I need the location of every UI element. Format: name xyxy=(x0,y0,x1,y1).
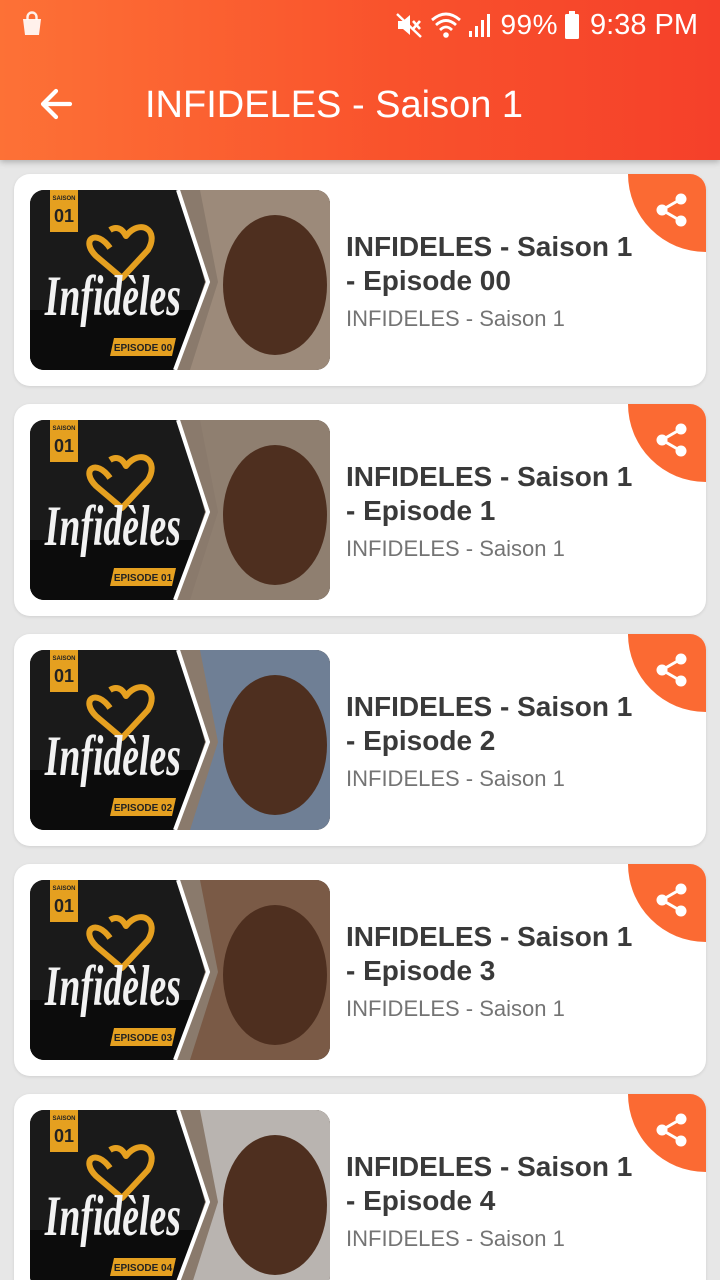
app-bar: 99% 9:38 PM INFIDELES - Saison 1 xyxy=(0,0,720,160)
thumbnail-season-label: SAISON xyxy=(52,886,75,892)
thumbnail-episode-label: EPISODE 03 xyxy=(114,1033,173,1044)
episode-thumbnail: SAISON 01 Infidèles EPISODE 01 xyxy=(30,420,330,600)
wifi-icon xyxy=(430,10,462,40)
thumbnail-logo-text: Infidèles xyxy=(44,1184,181,1248)
back-button[interactable] xyxy=(32,80,80,128)
thumbnail-episode-label: EPISODE 04 xyxy=(114,1263,173,1274)
episode-subtitle: INFIDELES - Saison 1 xyxy=(346,766,565,791)
share-icon xyxy=(656,423,687,457)
thumbnail-logo-text: Infidèles xyxy=(44,724,181,788)
episode-card[interactable]: SAISON 01 Infidèles EPISODE 02 INFIDELES… xyxy=(14,634,706,846)
episode-subtitle: INFIDELES - Saison 1 xyxy=(346,306,565,331)
episode-title: INFIDELES - Saison 1 - Episode 4 xyxy=(346,1151,633,1216)
thumbnail-episode-label: EPISODE 00 xyxy=(114,343,173,354)
page-title: INFIDELES - Saison 1 xyxy=(145,84,524,126)
battery-icon xyxy=(564,10,580,40)
share-button[interactable] xyxy=(628,1094,706,1172)
episode-title: INFIDELES - Saison 1 - Episode 00 xyxy=(346,231,633,296)
thumbnail-season-label: SAISON xyxy=(52,1116,75,1122)
battery-percentage: 99% xyxy=(500,9,558,40)
share-icon xyxy=(656,883,687,917)
episode-subtitle: INFIDELES - Saison 1 xyxy=(346,536,565,561)
episode-thumbnail: SAISON 01 Infidèles EPISODE 04 xyxy=(30,1110,330,1280)
episode-card[interactable]: SAISON 01 Infidèles EPISODE 01 INFIDELES… xyxy=(14,404,706,616)
thumbnail-season-number: 01 xyxy=(54,666,74,686)
status-bar: 99% 9:38 PM xyxy=(0,0,720,50)
share-button[interactable] xyxy=(628,404,706,482)
share-button[interactable] xyxy=(628,864,706,942)
thumbnail-season-number: 01 xyxy=(54,436,74,456)
episode-card[interactable]: SAISON 01 Infidèles EPISODE 04 INFIDELES… xyxy=(14,1094,706,1280)
thumbnail-season-number: 01 xyxy=(54,1126,74,1146)
thumbnail-logo-text: Infidèles xyxy=(44,954,181,1018)
share-button[interactable] xyxy=(628,174,706,252)
episode-title: INFIDELES - Saison 1 - Episode 3 xyxy=(346,921,633,986)
status-time: 9:38 PM xyxy=(590,8,698,41)
episode-thumbnail: SAISON 01 Infidèles EPISODE 03 xyxy=(30,880,330,1060)
arrow-back-icon xyxy=(40,88,73,120)
share-button[interactable] xyxy=(628,634,706,712)
thumbnail-season-label: SAISON xyxy=(52,426,75,432)
shopping-bag-icon xyxy=(18,10,46,38)
episode-card[interactable]: SAISON 01 Infidèles EPISODE 03 INFIDELES… xyxy=(14,864,706,1076)
mute-icon xyxy=(394,10,424,40)
thumbnail-episode-label: EPISODE 01 xyxy=(114,573,173,584)
episode-thumbnail: SAISON 01 Infidèles EPISODE 00 xyxy=(30,190,330,370)
thumbnail-logo-text: Infidèles xyxy=(44,264,181,328)
thumbnail-episode-label: EPISODE 02 xyxy=(114,803,173,814)
episode-subtitle: INFIDELES - Saison 1 xyxy=(346,996,565,1021)
share-icon xyxy=(656,193,687,227)
episode-title: INFIDELES - Saison 1 - Episode 1 xyxy=(346,461,633,526)
status-icons: 99% 9:38 PM xyxy=(394,6,698,44)
signal-icon xyxy=(468,11,494,39)
episode-subtitle: INFIDELES - Saison 1 xyxy=(346,1226,565,1251)
episode-title: INFIDELES - Saison 1 - Episode 2 xyxy=(346,691,633,756)
episode-card[interactable]: SAISON 01 Infidèles EPISODE 00 INFIDELES… xyxy=(14,174,706,386)
share-icon xyxy=(656,1113,687,1147)
share-icon xyxy=(656,653,687,687)
thumbnail-season-label: SAISON xyxy=(52,656,75,662)
thumbnail-season-number: 01 xyxy=(54,896,74,916)
episode-list: SAISON 01 Infidèles EPISODE 00 INFIDELES… xyxy=(14,174,706,1280)
thumbnail-season-number: 01 xyxy=(54,206,74,226)
episode-thumbnail: SAISON 01 Infidèles EPISODE 02 xyxy=(30,650,330,830)
thumbnail-season-label: SAISON xyxy=(52,196,75,202)
thumbnail-logo-text: Infidèles xyxy=(44,494,181,558)
